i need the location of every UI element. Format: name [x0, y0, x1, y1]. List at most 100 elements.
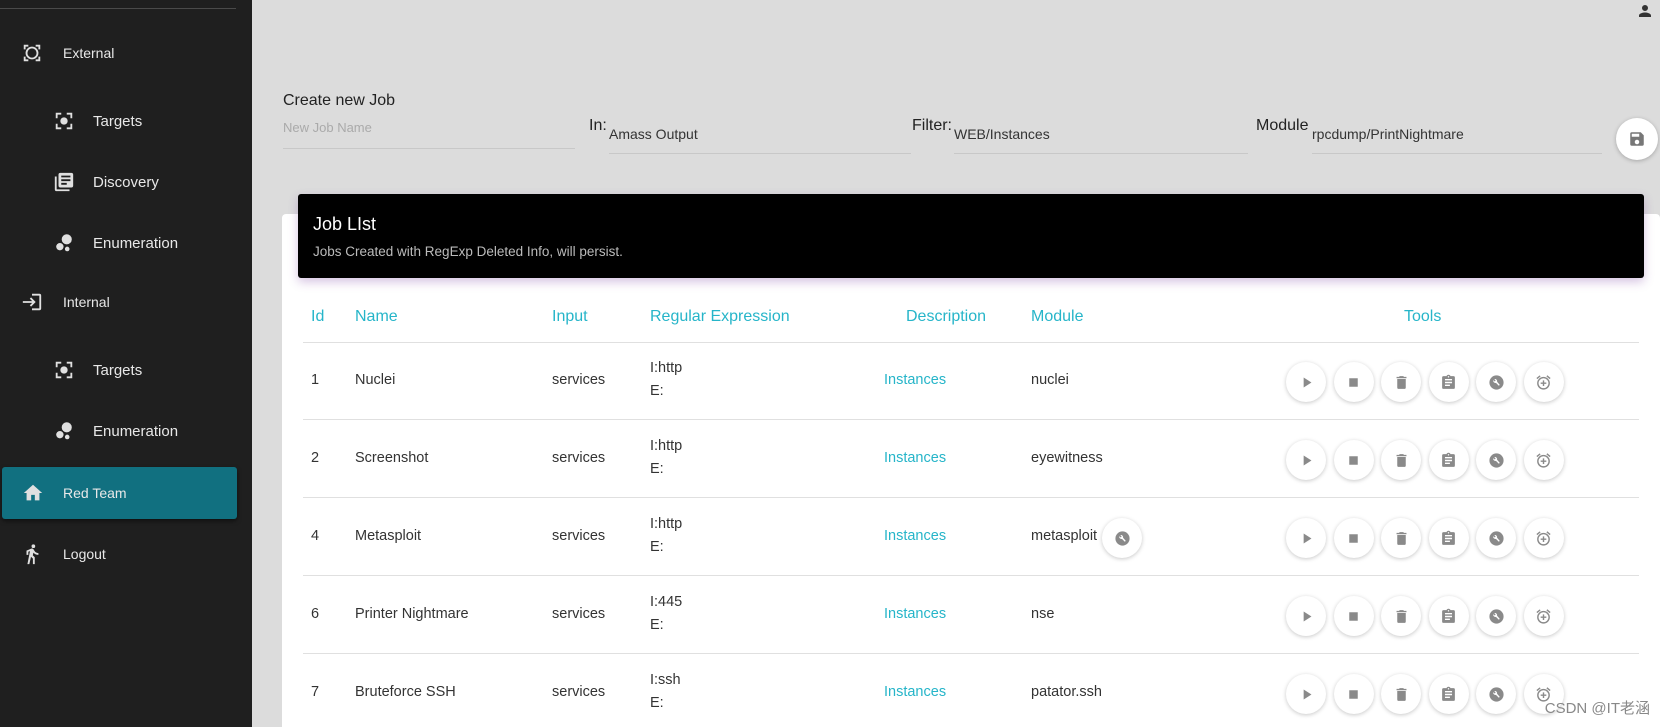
filter-underline — [954, 153, 1248, 154]
row-description-link[interactable]: Instances — [884, 528, 946, 544]
row-id: 4 — [311, 528, 320, 544]
alarm-add-icon — [1536, 374, 1551, 390]
row-divider — [303, 575, 1639, 576]
row-description-link[interactable]: Instances — [884, 450, 946, 466]
delete-icon — [1396, 609, 1406, 623]
delete-icon — [1396, 531, 1406, 545]
delete-button[interactable] — [1381, 518, 1421, 558]
nav-internal-targets[interactable]: Targets — [0, 345, 252, 395]
col-regex: Regular Expression — [650, 308, 790, 325]
row-name: Metasploit — [355, 528, 422, 544]
row-divider — [303, 497, 1639, 498]
stop-icon — [1349, 377, 1358, 387]
nav-label: External — [63, 45, 115, 61]
schedule-button[interactable] — [1523, 596, 1564, 636]
build-icon — [1488, 608, 1504, 624]
schedule-button[interactable] — [1523, 362, 1564, 402]
schedule-button[interactable] — [1523, 440, 1564, 480]
row-description-link[interactable]: Instances — [884, 684, 946, 700]
logs-button[interactable] — [1428, 440, 1469, 480]
divider — [0, 8, 236, 9]
nav-label: Targets — [93, 112, 143, 130]
row-description-link[interactable]: Instances — [884, 606, 946, 622]
row-description-link[interactable]: Instances — [884, 372, 946, 388]
row-regex-include: I:http — [650, 360, 683, 376]
row-input: services — [552, 684, 606, 700]
nav-external-enumeration[interactable]: Enumeration — [0, 218, 252, 268]
play-button[interactable] — [1286, 440, 1326, 480]
play-button[interactable] — [1286, 674, 1326, 714]
nav-label: Discovery — [93, 173, 159, 191]
clipboard-icon — [1442, 374, 1455, 389]
stop-button[interactable] — [1333, 596, 1374, 636]
play-icon — [1303, 455, 1311, 465]
configure-button[interactable] — [1476, 596, 1516, 636]
module-select[interactable]: rpcdump/PrintNightmare — [1312, 126, 1464, 142]
configure-button[interactable] — [1476, 362, 1516, 402]
job-name-input[interactable]: New Job Name — [283, 120, 372, 135]
row-input: services — [552, 528, 606, 544]
nav-label: Internal — [63, 294, 110, 310]
nav-internal[interactable]: Internal — [0, 277, 252, 327]
filter-label: Filter: — [912, 117, 952, 134]
save-button[interactable] — [1616, 118, 1658, 160]
configure-button[interactable] — [1476, 440, 1516, 480]
module-label: Module — [1256, 117, 1309, 134]
clipboard-icon — [1442, 686, 1455, 701]
play-button[interactable] — [1286, 362, 1326, 402]
bubble-icon — [52, 419, 76, 443]
nav-discovery[interactable]: Discovery — [0, 157, 252, 207]
clipboard-icon — [1442, 530, 1455, 545]
row-id: 6 — [311, 606, 320, 622]
module-config-button[interactable] — [1102, 518, 1142, 558]
row-input: services — [552, 606, 606, 622]
watermark: CSDN @IT老涵 — [1544, 700, 1650, 717]
play-icon — [1303, 377, 1311, 387]
logs-button[interactable] — [1428, 596, 1469, 636]
logs-button[interactable] — [1428, 362, 1469, 402]
col-description: Description — [906, 308, 987, 325]
stop-button[interactable] — [1333, 362, 1374, 402]
nav-external[interactable]: External — [0, 28, 252, 78]
delete-button[interactable] — [1381, 674, 1421, 714]
stop-button[interactable] — [1333, 518, 1374, 558]
sidebar: External Targets Discovery Enumeration I… — [0, 0, 252, 727]
row-name: Printer Nightmare — [355, 606, 469, 622]
target-icon — [52, 109, 76, 133]
schedule-button[interactable] — [1523, 518, 1564, 558]
alarm-add-icon — [1536, 530, 1551, 546]
row-name: Bruteforce SSH — [355, 684, 456, 700]
in-select[interactable]: Amass Output — [609, 126, 698, 142]
alarm-add-icon — [1536, 608, 1551, 624]
configure-button[interactable] — [1476, 674, 1516, 714]
configure-button[interactable] — [1476, 518, 1516, 558]
row-module: metasploit — [1031, 528, 1098, 544]
play-button[interactable] — [1286, 596, 1326, 636]
stop-button[interactable] — [1333, 674, 1374, 714]
run-icon — [20, 542, 44, 566]
home-icon — [21, 481, 45, 505]
nav-external-targets[interactable]: Targets — [0, 96, 252, 146]
delete-button[interactable] — [1381, 440, 1421, 480]
build-icon — [1488, 374, 1504, 390]
logs-button[interactable] — [1428, 518, 1469, 558]
delete-button[interactable] — [1381, 596, 1421, 636]
account-icon[interactable] — [1636, 2, 1654, 20]
job-list-header: Job LIst Jobs Created with RegExp Delete… — [298, 194, 1644, 278]
filter-select[interactable]: WEB/Instances — [954, 126, 1050, 142]
delete-button[interactable] — [1381, 362, 1421, 402]
logs-button[interactable] — [1428, 674, 1469, 714]
delete-icon — [1396, 687, 1406, 701]
nav-red-team[interactable]: Red Team — [2, 467, 237, 519]
stop-icon — [1349, 689, 1358, 699]
nav-label: Enumeration — [93, 422, 179, 440]
build-icon — [1488, 452, 1504, 468]
stop-button[interactable] — [1333, 440, 1374, 480]
play-icon — [1303, 533, 1311, 543]
alarm-add-icon — [1536, 452, 1551, 468]
nav-internal-enumeration[interactable]: Enumeration — [0, 406, 252, 456]
in-label: In: — [589, 117, 607, 134]
nav-logout[interactable]: Logout — [0, 529, 252, 579]
play-button[interactable] — [1286, 518, 1326, 558]
row-name: Screenshot — [355, 450, 429, 466]
